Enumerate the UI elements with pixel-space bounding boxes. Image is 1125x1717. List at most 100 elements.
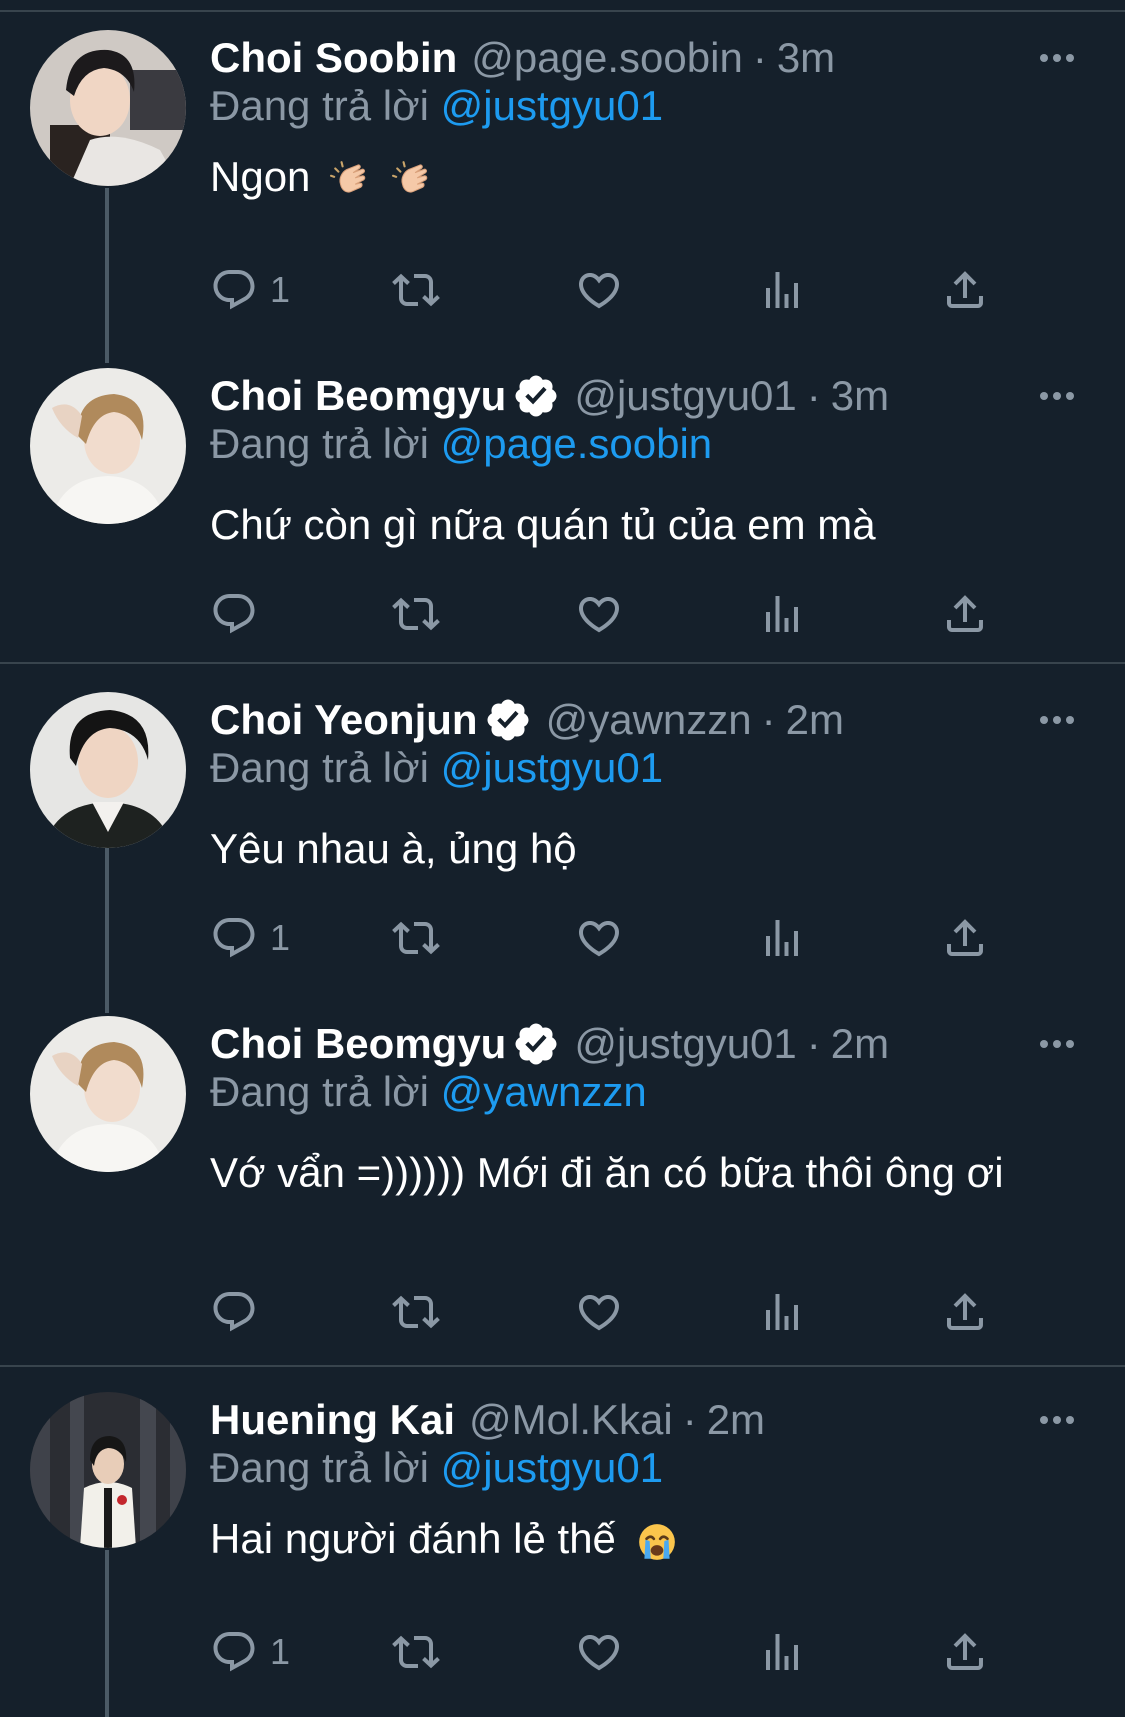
replying-to-label: Đang trả lời bbox=[210, 420, 429, 467]
replying-to: Đang trả lời @justgyu01 bbox=[210, 1444, 663, 1492]
replying-to: Đang trả lời @yawnzzn bbox=[210, 1068, 647, 1116]
retweet-icon bbox=[392, 266, 440, 314]
retweet-button[interactable] bbox=[392, 588, 440, 640]
tweet-actions bbox=[210, 588, 1010, 640]
retweet-button[interactable] bbox=[392, 264, 440, 316]
tweet-divider bbox=[0, 662, 1125, 664]
tweet-actions: 1 bbox=[210, 1626, 1010, 1678]
more-icon[interactable] bbox=[1040, 1392, 1074, 1448]
tweet[interactable]: Choi Soobin @page.soobin · 3m Đang trả l… bbox=[0, 30, 1125, 350]
avatar[interactable] bbox=[30, 30, 186, 186]
reply-button[interactable]: 1 bbox=[210, 264, 290, 316]
avatar[interactable] bbox=[30, 692, 186, 848]
user-handle[interactable]: @justgyu01 bbox=[574, 1020, 796, 1068]
user-handle[interactable]: @Mol.Kkai bbox=[469, 1396, 673, 1444]
views-icon bbox=[758, 1288, 806, 1336]
tweet-text: Ngon bbox=[210, 150, 1070, 204]
mention-link[interactable]: @yawnzzn bbox=[441, 1068, 647, 1115]
reply-icon bbox=[210, 590, 258, 638]
verified-badge-icon bbox=[512, 1020, 560, 1068]
share-icon bbox=[941, 590, 989, 638]
tweet[interactable]: Choi Beomgyu @justgyu01 · 2m Đang trả lờ… bbox=[0, 1016, 1125, 1356]
reply-icon bbox=[210, 1288, 258, 1336]
heart-icon bbox=[575, 266, 623, 314]
top-divider bbox=[0, 10, 1125, 12]
views-icon bbox=[758, 914, 806, 962]
clapping-hands-icon bbox=[330, 159, 372, 201]
like-button[interactable] bbox=[575, 1626, 623, 1678]
avatar[interactable] bbox=[30, 1016, 186, 1172]
tweet-header: Choi Yeonjun @yawnzzn · 2m bbox=[210, 692, 844, 748]
tweet[interactable]: Choi Yeonjun @yawnzzn · 2m Đang trả lời … bbox=[0, 692, 1125, 992]
more-icon[interactable] bbox=[1040, 1016, 1074, 1072]
timestamp[interactable]: 3m bbox=[777, 34, 835, 82]
retweet-button[interactable] bbox=[392, 1286, 440, 1338]
display-name[interactable]: Choi Beomgyu bbox=[210, 1020, 506, 1068]
tweet[interactable]: Huening Kai @Mol.Kkai · 2m Đang trả lời … bbox=[0, 1392, 1125, 1712]
mention-link[interactable]: @justgyu01 bbox=[441, 1444, 663, 1491]
reply-button[interactable] bbox=[210, 588, 270, 640]
like-button[interactable] bbox=[575, 912, 623, 964]
views-button[interactable] bbox=[758, 264, 806, 316]
retweet-button[interactable] bbox=[392, 1626, 440, 1678]
avatar[interactable] bbox=[30, 1392, 186, 1548]
heart-icon bbox=[575, 1628, 623, 1676]
like-button[interactable] bbox=[575, 264, 623, 316]
display-name[interactable]: Choi Soobin bbox=[210, 34, 457, 82]
reply-button[interactable] bbox=[210, 1286, 270, 1338]
like-button[interactable] bbox=[575, 1286, 623, 1338]
views-icon bbox=[758, 590, 806, 638]
display-name[interactable]: Huening Kai bbox=[210, 1396, 455, 1444]
tweet-header: Choi Beomgyu @justgyu01 · 2m bbox=[210, 1016, 889, 1072]
tweet-text: Vớ vẩn =)))))) Mới đi ăn có bữa thôi ông… bbox=[210, 1146, 1070, 1200]
timestamp[interactable]: 2m bbox=[831, 1020, 889, 1068]
reply-button[interactable]: 1 bbox=[210, 912, 290, 964]
views-button[interactable] bbox=[758, 1286, 806, 1338]
tweet-text: Yêu nhau à, ủng hộ bbox=[210, 822, 1070, 876]
user-handle[interactable]: @yawnzzn bbox=[546, 696, 752, 744]
more-icon[interactable] bbox=[1040, 368, 1074, 424]
mention-link[interactable]: @page.soobin bbox=[441, 420, 713, 467]
mention-link[interactable]: @justgyu01 bbox=[441, 744, 663, 791]
timestamp[interactable]: 3m bbox=[831, 372, 889, 420]
tweet-header: Choi Soobin @page.soobin · 3m bbox=[210, 30, 835, 86]
mention-link[interactable]: @justgyu01 bbox=[441, 82, 663, 129]
share-button[interactable] bbox=[941, 588, 989, 640]
like-button[interactable] bbox=[575, 588, 623, 640]
views-button[interactable] bbox=[758, 912, 806, 964]
verified-badge-icon bbox=[512, 372, 560, 420]
tweet-header: Choi Beomgyu @justgyu01 · 3m bbox=[210, 368, 889, 424]
display-name[interactable]: Choi Yeonjun bbox=[210, 696, 478, 744]
user-handle[interactable]: @justgyu01 bbox=[574, 372, 796, 420]
share-icon bbox=[941, 1288, 989, 1336]
share-button[interactable] bbox=[941, 264, 989, 316]
tweet-header: Huening Kai @Mol.Kkai · 2m bbox=[210, 1392, 765, 1448]
views-button[interactable] bbox=[758, 588, 806, 640]
retweet-button[interactable] bbox=[392, 912, 440, 964]
more-icon[interactable] bbox=[1040, 692, 1074, 748]
reply-count: 1 bbox=[270, 917, 291, 958]
avatar[interactable] bbox=[30, 368, 186, 524]
share-button[interactable] bbox=[941, 1626, 989, 1678]
tweet-text: Hai người đánh lẻ thế bbox=[210, 1512, 1070, 1566]
tweet-text-content: Ngon bbox=[210, 153, 311, 200]
share-icon bbox=[941, 914, 989, 962]
timestamp[interactable]: 2m bbox=[786, 696, 844, 744]
loudly-crying-face-icon bbox=[636, 1521, 678, 1563]
reply-icon bbox=[210, 266, 258, 314]
display-name[interactable]: Choi Beomgyu bbox=[210, 372, 506, 420]
share-button[interactable] bbox=[941, 1286, 989, 1338]
retweet-icon bbox=[392, 1628, 440, 1676]
user-handle[interactable]: @page.soobin bbox=[471, 34, 743, 82]
reply-button[interactable]: 1 bbox=[210, 1626, 290, 1678]
replying-to-label: Đang trả lời bbox=[210, 744, 429, 791]
heart-icon bbox=[575, 914, 623, 962]
reply-icon bbox=[210, 914, 258, 962]
more-icon[interactable] bbox=[1040, 30, 1074, 86]
views-icon bbox=[758, 266, 806, 314]
share-button[interactable] bbox=[941, 912, 989, 964]
tweet-text-content: Hai người đánh lẻ thế bbox=[210, 1515, 616, 1562]
tweet[interactable]: Choi Beomgyu @justgyu01 · 3m Đang trả lờ… bbox=[0, 368, 1125, 648]
views-button[interactable] bbox=[758, 1626, 806, 1678]
timestamp[interactable]: 2m bbox=[707, 1396, 765, 1444]
